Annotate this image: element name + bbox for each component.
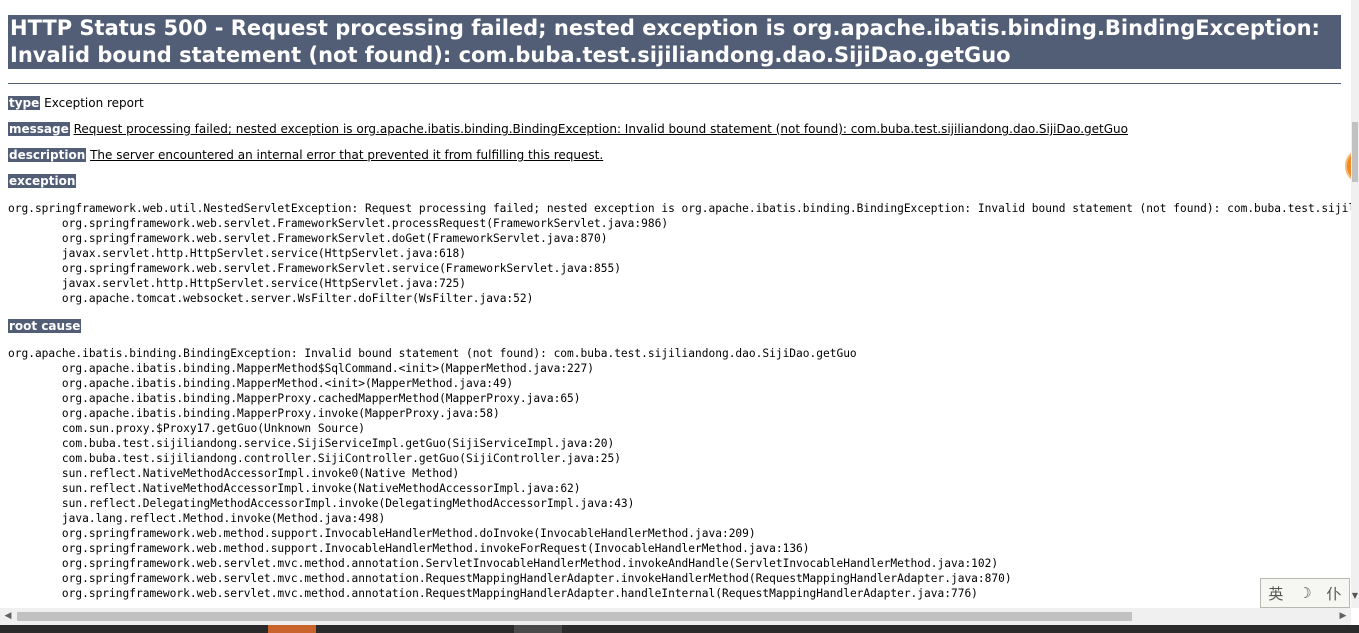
type-row: type Exception report [8, 96, 144, 110]
vertical-scrollbar-thumb[interactable] [1352, 122, 1358, 182]
message-label: message [8, 122, 70, 136]
horizontal-scrollbar-thumb[interactable] [17, 612, 1132, 621]
scroll-right-arrow-icon[interactable]: ▶ [1335, 608, 1351, 625]
ime-language-toggle[interactable]: 英 [1268, 583, 1283, 604]
ime-mode-toggle[interactable]: 仆 [1327, 583, 1342, 604]
type-label: type [8, 96, 41, 110]
scroll-down-arrow-icon[interactable]: ▼ [1351, 588, 1359, 604]
taskbar [0, 625, 1359, 633]
browser-viewport: HTTP Status 500 - Request processing fai… [0, 0, 1351, 608]
root-cause-stack-trace: org.apache.ibatis.binding.BindingExcepti… [8, 347, 1012, 600]
exception-stack-trace: org.springframework.web.util.NestedServl… [8, 202, 1351, 305]
taskbar-item-active[interactable] [268, 625, 316, 633]
vertical-scrollbar[interactable]: ▼ [1351, 0, 1359, 608]
root-cause-label: root cause [8, 319, 82, 333]
description-value: The server encountered an internal error… [90, 148, 604, 162]
ime-toolbar[interactable]: 英 ☽ 仆 [1260, 578, 1350, 608]
description-label: description [8, 148, 87, 162]
error-page: HTTP Status 500 - Request processing fai… [8, 0, 1351, 600]
header-divider [8, 83, 1341, 84]
description-row: description The server encountered an in… [8, 148, 603, 162]
page-title: HTTP Status 500 - Request processing fai… [8, 15, 1341, 69]
scroll-left-arrow-icon[interactable]: ◀ [0, 608, 16, 625]
root-cause-row: root cause [8, 319, 82, 333]
taskbar-item[interactable] [514, 625, 562, 633]
message-value: Request processing failed; nested except… [73, 122, 1128, 136]
type-value: Exception report [44, 96, 144, 110]
exception-label: exception [8, 174, 77, 188]
message-row: message Request processing failed; neste… [8, 122, 1128, 136]
exception-row: exception [8, 174, 77, 188]
horizontal-scrollbar[interactable]: ◀ ▶ [0, 608, 1351, 625]
moon-icon[interactable]: ☽ [1298, 584, 1311, 602]
